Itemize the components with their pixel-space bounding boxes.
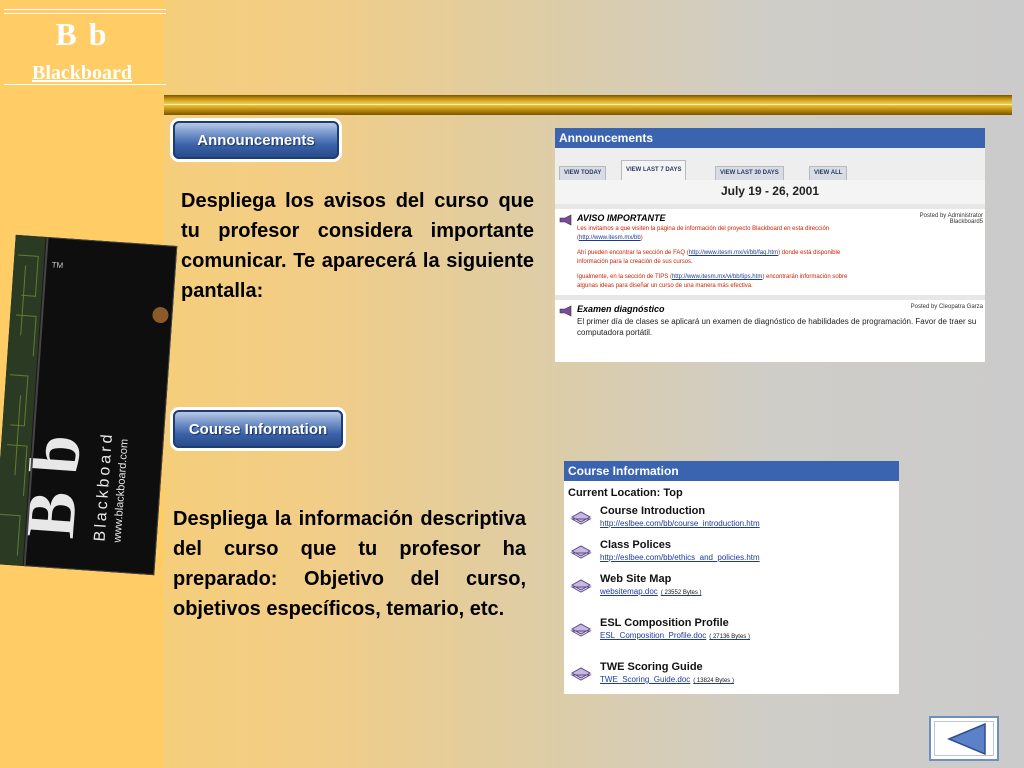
course-info-item-link-row: ESL_Composition_Profile.doc( 27136 Bytes… bbox=[600, 630, 899, 643]
course-info-item-link[interactable]: websitemap.doc bbox=[600, 587, 658, 596]
announcements-description: Despliega los avisos del curso que tu pr… bbox=[181, 190, 534, 302]
announcement-paragraph: Ahí pueden encontrar la sección de FAQ (… bbox=[577, 250, 841, 265]
sidebar-top-rule-2 bbox=[4, 13, 166, 14]
header-gold-bar bbox=[164, 95, 1012, 115]
announcements-button[interactable]: Announcements bbox=[173, 121, 339, 159]
announcement-megaphone-icon bbox=[559, 214, 572, 226]
course-info-item-link[interactable]: TWE_Scoring_Guide.doc bbox=[600, 675, 690, 684]
course-information-screenshot: Course Information Current Location: Top… bbox=[564, 461, 899, 694]
blackboard-book-illustration: TM B b Blackboard www.blackboard.com bbox=[0, 234, 178, 576]
course-info-screen-header: Course Information bbox=[564, 461, 899, 481]
announcement-link[interactable]: http://www.itesm.mx/vi/bb/faq.htm bbox=[689, 250, 778, 256]
document-icon bbox=[570, 511, 592, 525]
course-info-item-title: TWE Scoring Guide bbox=[600, 661, 703, 673]
document-icon bbox=[570, 579, 592, 593]
sidebar-bottom-rule bbox=[4, 84, 166, 85]
course-info-item: Course Introduction http://eslbee.com/bb… bbox=[564, 505, 899, 539]
course-information-button[interactable]: Course Information bbox=[173, 410, 343, 448]
course-info-item-size: ( 13824 Bytes ) bbox=[693, 678, 734, 684]
announcement-item: AVISO IMPORTANTE Posted by Administrator… bbox=[555, 209, 985, 295]
announcement-paragraph: Les invitamos a que visiten la página de… bbox=[577, 226, 830, 241]
announcements-button-label: Announcements bbox=[197, 131, 315, 149]
course-info-current-location: Current Location: Top bbox=[568, 487, 683, 499]
sidebar-brand-name: Blackboard bbox=[31, 62, 133, 84]
announcement-link[interactable]: http://www.itesm.mx/vi/bb/tips.htm bbox=[672, 274, 762, 280]
course-info-item: Web Site Map websitemap.doc( 23552 Bytes… bbox=[564, 573, 899, 617]
tab-view-today[interactable]: VIEW TODAY bbox=[559, 166, 607, 180]
course-info-item-size: ( 23552 Bytes ) bbox=[660, 590, 702, 596]
course-info-item-title: Class Polices bbox=[600, 539, 671, 551]
course-info-item-title: Course Introduction bbox=[600, 505, 706, 517]
course-info-item-title: Web Site Map bbox=[600, 573, 672, 585]
announcement-link[interactable]: http://www.itesm.mx/bb bbox=[579, 235, 641, 241]
course-info-item: ESL Composition Profile ESL_Composition_… bbox=[564, 617, 899, 661]
book-logo-letters: B b bbox=[12, 432, 96, 540]
course-information-button-label: Course Information bbox=[188, 420, 328, 438]
book-tm: TM bbox=[51, 260, 63, 270]
sidebar-logo: B b bbox=[55, 16, 109, 52]
announcement-body: El primer día de clases se aplicará un e… bbox=[577, 317, 977, 337]
back-navigation-button[interactable] bbox=[929, 716, 999, 761]
announcement-megaphone-icon bbox=[559, 305, 572, 317]
course-info-item: Class Polices http://eslbee.com/bb/ethic… bbox=[564, 539, 899, 573]
document-icon bbox=[570, 667, 592, 681]
course-information-description: Despliega la información descriptiva del… bbox=[173, 508, 526, 620]
announcement-posted-by: Posted by Administrator Blackboard5 bbox=[919, 213, 983, 225]
announcements-date-range: July 19 - 26, 2001 bbox=[555, 180, 985, 204]
announcement-posted-by: Posted by Cleopatra Garza bbox=[910, 304, 983, 310]
tab-view-all[interactable]: VIEW ALL bbox=[809, 166, 848, 180]
course-info-item-size: ( 27136 Bytes ) bbox=[709, 634, 750, 640]
sidebar-top-rule bbox=[4, 9, 166, 10]
announcements-tab-bar: VIEW TODAY VIEW LAST 7 DAYS VIEW LAST 30… bbox=[555, 148, 985, 180]
course-info-item-link-row: TWE_Scoring_Guide.doc( 13824 Bytes ) bbox=[600, 674, 899, 687]
document-icon bbox=[570, 545, 592, 559]
announcement-paragraph: Igualmente, en la sección de TIPS (http:… bbox=[577, 274, 848, 289]
course-info-item-link-row: websitemap.doc( 23552 Bytes ) bbox=[600, 586, 899, 599]
course-info-item-link[interactable]: ESL_Composition_Profile.doc bbox=[600, 631, 706, 640]
announcement-item: Examen diagnóstico Posted by Cleopatra G… bbox=[555, 300, 985, 342]
course-info-item: TWE Scoring Guide TWE_Scoring_Guide.doc(… bbox=[564, 661, 899, 694]
announcements-screenshot: Announcements VIEW TODAY VIEW LAST 7 DAY… bbox=[555, 128, 985, 362]
tab-view-last-7-days[interactable]: VIEW LAST 7 DAYS bbox=[621, 160, 687, 180]
course-info-item-link[interactable]: http://eslbee.com/bb/course_introduction… bbox=[600, 518, 899, 530]
triangle-left-icon bbox=[947, 722, 986, 756]
course-info-item-link[interactable]: http://eslbee.com/bb/ethics_and_policies… bbox=[600, 552, 899, 564]
document-icon bbox=[570, 623, 592, 637]
sidebar: B b Blackboard TM B b Blackboard www.bla… bbox=[0, 0, 178, 768]
course-info-item-title: ESL Composition Profile bbox=[600, 617, 729, 629]
tab-view-last-30-days[interactable]: VIEW LAST 30 DAYS bbox=[715, 166, 784, 180]
announcements-screen-header: Announcements bbox=[555, 128, 985, 148]
